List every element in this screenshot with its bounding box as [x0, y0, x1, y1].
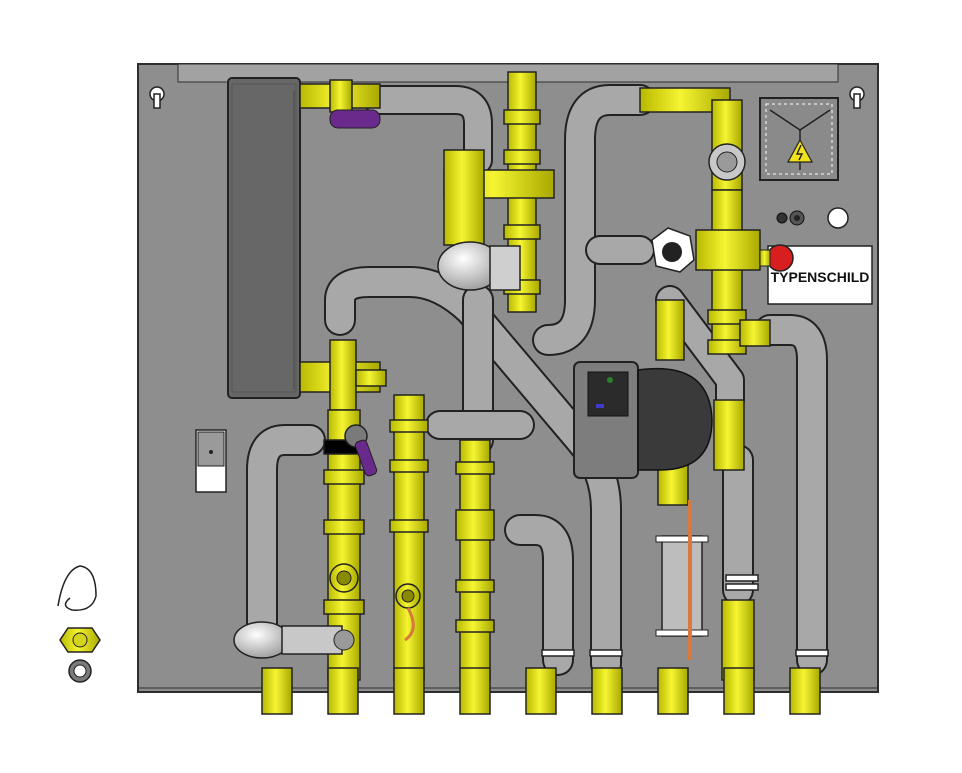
bottom-connections: [261, 667, 821, 715]
plate-heat-exchanger: [227, 77, 301, 399]
accessory-parts: [57, 565, 101, 683]
mixing-valve-actuator: [651, 227, 695, 273]
flow-sensor-dome: [437, 241, 521, 291]
sealing-ring-icon: [68, 659, 92, 683]
hydraulic-station-drawing: TYPENSCHILD: [0, 0, 962, 768]
junction-box: [759, 97, 839, 181]
station-svg: TYPENSCHILD: [57, 63, 879, 715]
brass-nut-icon: [59, 627, 101, 653]
wall-bracket: [195, 429, 227, 493]
nameplate-label: TYPENSCHILD: [771, 269, 870, 285]
thermostatic-head-icon: [233, 621, 355, 659]
flow-meter: [708, 143, 746, 181]
pump-icon: [573, 361, 713, 479]
